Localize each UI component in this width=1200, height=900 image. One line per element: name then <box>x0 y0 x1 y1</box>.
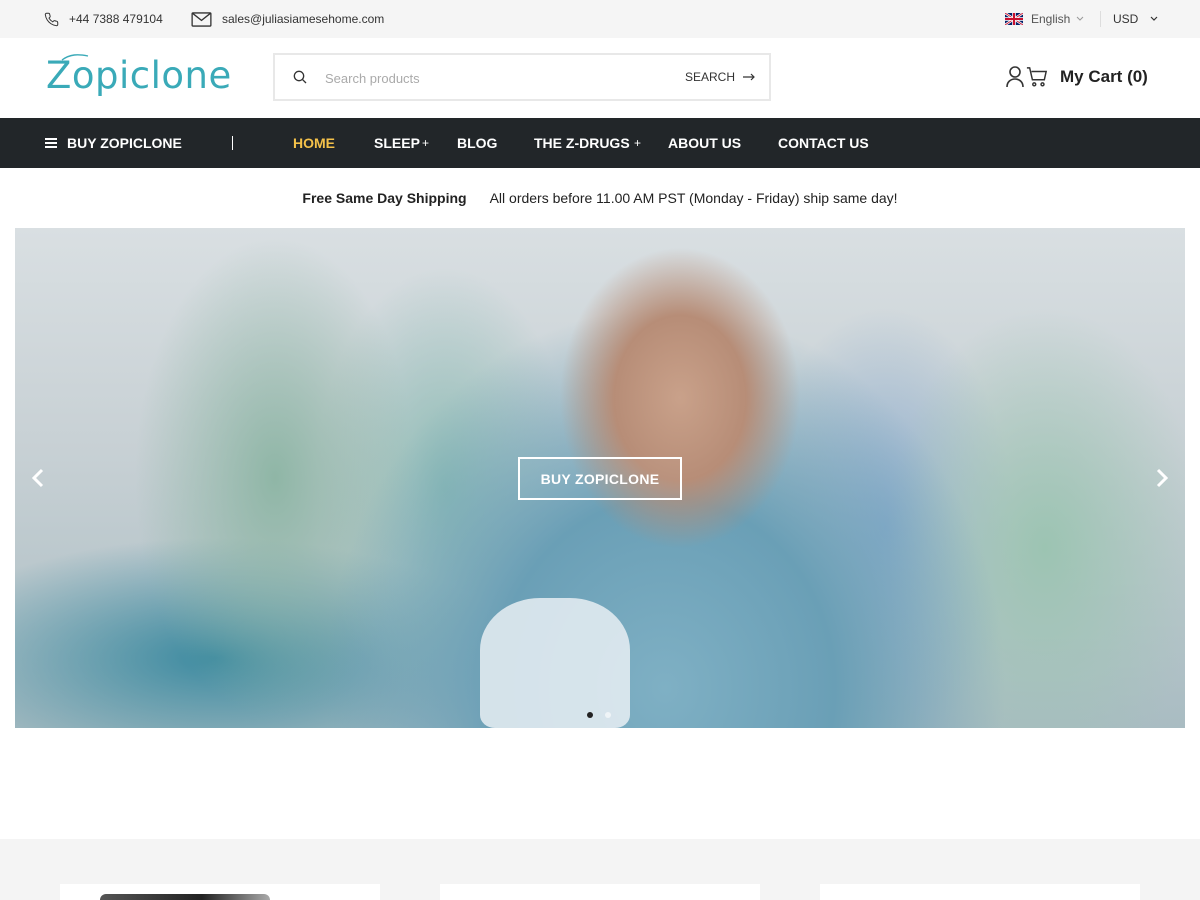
nav-item-contact-us[interactable]: CONTACT US <box>778 118 869 168</box>
slider-dot-1[interactable] <box>587 712 593 718</box>
nav-item-label: THE Z-DRUGS <box>534 135 630 151</box>
search-input[interactable] <box>325 67 675 89</box>
phone-number: +44 7388 479104 <box>69 12 163 26</box>
hero-slider: BUY ZOPICLONE <box>15 228 1185 728</box>
featured-section <box>0 839 1200 900</box>
hero-cta-button[interactable]: BUY ZOPICLONE <box>518 457 682 500</box>
language-selector[interactable]: English <box>1005 0 1084 38</box>
arrow-right-icon <box>743 73 755 81</box>
logo-swoosh-icon <box>61 54 89 61</box>
product-image <box>100 894 270 900</box>
main-nav: BUY ZOPICLONE HOME SLEEP + BLOG THE Z-DR… <box>0 118 1200 168</box>
search-button-label: SEARCH <box>684 70 735 84</box>
nav-item-label: CONTACT US <box>778 135 869 151</box>
hero-image-detail <box>480 598 630 728</box>
slider-prev-button[interactable] <box>26 464 50 492</box>
phone-icon <box>44 12 59 26</box>
topbar-divider <box>1100 11 1101 27</box>
nav-item-label: SLEEP <box>374 135 420 151</box>
search-button[interactable]: SEARCH <box>685 55 755 99</box>
slider-dot-2[interactable] <box>605 712 611 718</box>
nav-item-home[interactable]: HOME <box>293 118 335 168</box>
submenu-toggle-z-drugs[interactable]: + <box>634 118 641 168</box>
product-card[interactable] <box>820 884 1140 900</box>
category-menu-label: BUY ZOPICLONE <box>67 135 182 151</box>
site-logo[interactable]: Zopiclone <box>46 54 232 97</box>
cart-label: My Cart (0) <box>1060 67 1148 86</box>
nav-item-label: HOME <box>293 135 335 151</box>
nav-item-about-us[interactable]: ABOUT US <box>668 118 741 168</box>
slider-pagination <box>587 712 623 718</box>
nav-item-z-drugs[interactable]: THE Z-DRUGS <box>534 118 630 168</box>
shipping-title: Free Same Day Shipping <box>302 190 467 206</box>
category-menu-button[interactable]: BUY ZOPICLONE <box>45 118 182 168</box>
language-label: English <box>1031 12 1071 26</box>
currency-selector[interactable]: USD <box>1113 0 1158 38</box>
currency-label: USD <box>1113 12 1139 26</box>
hamburger-icon <box>45 138 57 148</box>
uk-flag-icon <box>1005 13 1023 25</box>
nav-item-label: BLOG <box>457 135 498 151</box>
account-link[interactable] <box>1006 66 1024 93</box>
nav-item-blog[interactable]: BLOG <box>457 118 497 168</box>
email-address: sales@juliasiamesehome.com <box>222 12 385 26</box>
nav-divider <box>232 136 233 150</box>
chevron-down-icon <box>1077 16 1084 21</box>
search-bar: SEARCH <box>273 53 771 101</box>
top-bar: +44 7388 479104 sales@juliasiamesehome.c… <box>0 0 1200 38</box>
envelope-icon <box>191 11 212 27</box>
search-icon <box>293 70 307 84</box>
nav-item-label: ABOUT US <box>668 135 742 151</box>
product-card[interactable] <box>440 884 760 900</box>
chevron-right-icon <box>1156 468 1168 488</box>
shipping-text: All orders before 11.00 AM PST (Monday -… <box>489 190 898 206</box>
shipping-notice: Free Same Day Shipping All orders before… <box>0 168 1200 228</box>
cart-link[interactable]: My Cart (0) <box>1026 66 1148 88</box>
chevron-down-icon <box>1150 16 1158 21</box>
submenu-toggle-sleep[interactable]: + <box>422 118 429 168</box>
chevron-left-icon <box>32 468 44 488</box>
user-icon <box>1006 66 1024 88</box>
email-contact[interactable]: sales@juliasiamesehome.com <box>191 0 384 38</box>
product-card[interactable] <box>60 884 380 900</box>
cart-icon <box>1026 67 1048 87</box>
nav-item-sleep[interactable]: SLEEP <box>374 118 420 168</box>
phone-contact[interactable]: +44 7388 479104 <box>44 0 163 38</box>
slider-next-button[interactable] <box>1150 464 1174 492</box>
